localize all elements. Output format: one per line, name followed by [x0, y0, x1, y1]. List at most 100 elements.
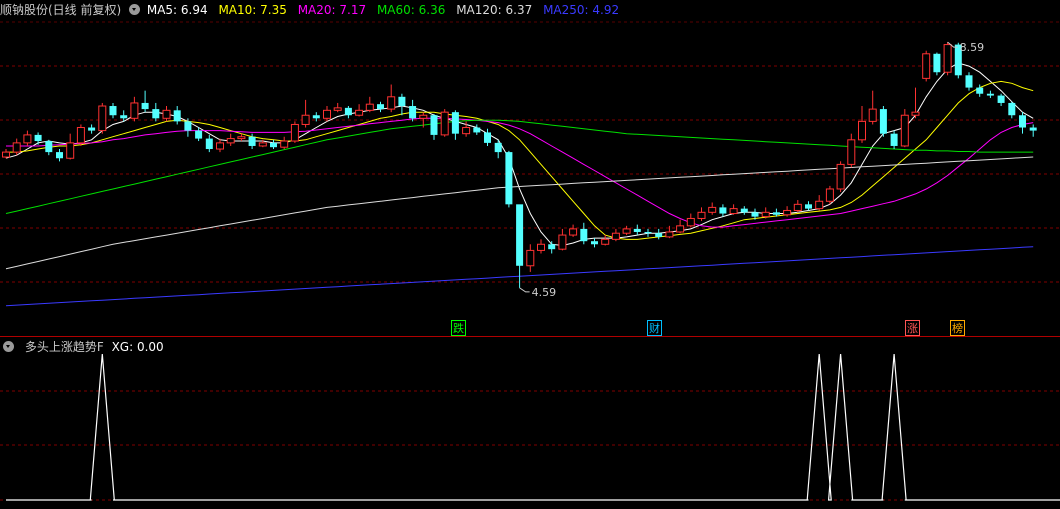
- candle-body-down: [805, 204, 812, 209]
- candle-body-down: [398, 96, 406, 107]
- candle-body-up: [2, 151, 10, 158]
- dropdown-circle-icon[interactable]: [129, 4, 141, 15]
- stock-title: 顺钠股份(日线 前复权): [0, 3, 122, 17]
- candle-body-down: [484, 132, 491, 143]
- xg-signal-line: [6, 353, 1060, 501]
- candle-body-down: [591, 241, 598, 245]
- candle-body-down: [56, 152, 63, 159]
- indicator-value: XG: 0.00: [111, 340, 164, 354]
- stock-chart-canvas[interactable]: 8.59 4.59: [0, 0, 1060, 509]
- candle-body-down: [879, 109, 887, 134]
- dropdown-circle-icon[interactable]: [3, 341, 14, 352]
- tag-bang[interactable]: 榜: [950, 320, 965, 336]
- candle-body-down: [451, 112, 459, 134]
- candle-body-up: [387, 96, 396, 110]
- candle-body-down: [248, 136, 256, 146]
- candle-body-down: [976, 87, 984, 94]
- candle-body-up: [900, 114, 909, 147]
- candle-body-up: [130, 102, 139, 119]
- candle-body-up: [162, 109, 171, 119]
- candle-body-down: [1029, 127, 1037, 131]
- candle-body-down: [516, 204, 524, 266]
- candle-body-up: [665, 231, 674, 238]
- candle-body-down: [120, 115, 128, 119]
- candle-body-up: [333, 107, 342, 111]
- candle-body-down: [644, 231, 652, 234]
- candle-body-down: [152, 109, 160, 119]
- candle-body-down: [548, 244, 556, 250]
- candle-body-up: [697, 211, 706, 219]
- candle-body-down: [377, 104, 384, 110]
- candle-body-down: [1008, 102, 1016, 116]
- candle-body-down: [184, 121, 192, 131]
- low-pointer: [519, 287, 530, 293]
- candle-body-down: [1019, 115, 1026, 128]
- ma60-line: [5, 119, 1034, 214]
- ma20-label: MA20: 7.17: [297, 3, 367, 17]
- tag-zhang[interactable]: 涨: [905, 320, 920, 336]
- candle-body-up: [290, 123, 299, 142]
- candle-body-down: [933, 53, 941, 73]
- candle-body-up: [12, 142, 21, 153]
- candle-body-up: [783, 209, 792, 216]
- candle-body-down: [986, 93, 994, 96]
- candle-body-down: [890, 133, 898, 146]
- candle-body-up: [226, 138, 235, 144]
- candle-body-up: [858, 120, 866, 141]
- ma60-label: MA60: 6.36: [376, 3, 446, 17]
- price-header: 顺钠股份(日线 前复权) MA5: 6.94 MA10: 7.35 MA20: …: [0, 1, 626, 19]
- candle-body-up: [23, 134, 32, 144]
- candle-body-up: [793, 203, 802, 211]
- candle-body-down: [473, 127, 481, 133]
- candle-body-up: [537, 243, 545, 251]
- candle-body-down: [34, 134, 42, 142]
- candle-body-up: [440, 111, 449, 136]
- candle-body-up: [237, 136, 246, 140]
- candle-body-up: [708, 206, 717, 213]
- candle-body-up: [216, 142, 224, 150]
- low-price-label: 4.59: [532, 286, 557, 299]
- candle-body-down: [751, 212, 759, 217]
- candle-body-down: [173, 110, 181, 122]
- indicator-header: 多头上涨趋势F XG: 0.00: [0, 338, 171, 356]
- candle-body-up: [622, 228, 631, 234]
- candle-body-up: [355, 109, 364, 116]
- candle-body-up: [922, 53, 931, 79]
- candle-body-down: [430, 115, 438, 135]
- candle-body-up: [943, 44, 952, 73]
- candle-body-up: [98, 105, 107, 132]
- ma120-label: MA120: 6.37: [456, 3, 533, 17]
- ma250-label: MA250: 4.92: [543, 3, 620, 17]
- candle-body-up: [419, 114, 428, 119]
- candle-body-down: [997, 95, 1005, 103]
- candle-body-down: [633, 228, 641, 232]
- candle-body-down: [719, 207, 727, 214]
- candle-body-up: [686, 217, 695, 227]
- candle-body-down: [655, 233, 663, 237]
- candle-body-up: [76, 127, 85, 144]
- candle-body-up: [825, 188, 834, 202]
- candle-body-up: [601, 238, 610, 245]
- candle-body-up: [462, 127, 471, 135]
- candle-body-up: [301, 114, 310, 125]
- candle-body-down: [344, 107, 352, 116]
- candle-body-down: [740, 208, 748, 213]
- candle-body-down: [141, 102, 149, 110]
- tag-die[interactable]: 跌: [451, 320, 466, 336]
- candle-body-down: [494, 142, 502, 153]
- candle-body-down: [270, 142, 277, 148]
- candle-body-up: [66, 142, 75, 159]
- candle-body-up: [761, 211, 770, 218]
- high-price-label: 8.59: [960, 41, 985, 54]
- candle-body-up: [526, 249, 535, 267]
- candle-body-down: [772, 212, 780, 215]
- tag-cai[interactable]: 财: [647, 320, 662, 336]
- candle-body-down: [580, 228, 588, 242]
- candle-body-down: [505, 152, 513, 205]
- candle-body-up: [280, 140, 289, 148]
- candle-body-up: [847, 139, 856, 165]
- candle-body-down: [409, 106, 417, 119]
- candle-body-up: [569, 228, 578, 236]
- indicator-title: 多头上涨趋势F: [24, 340, 104, 354]
- candle-body-down: [45, 141, 53, 153]
